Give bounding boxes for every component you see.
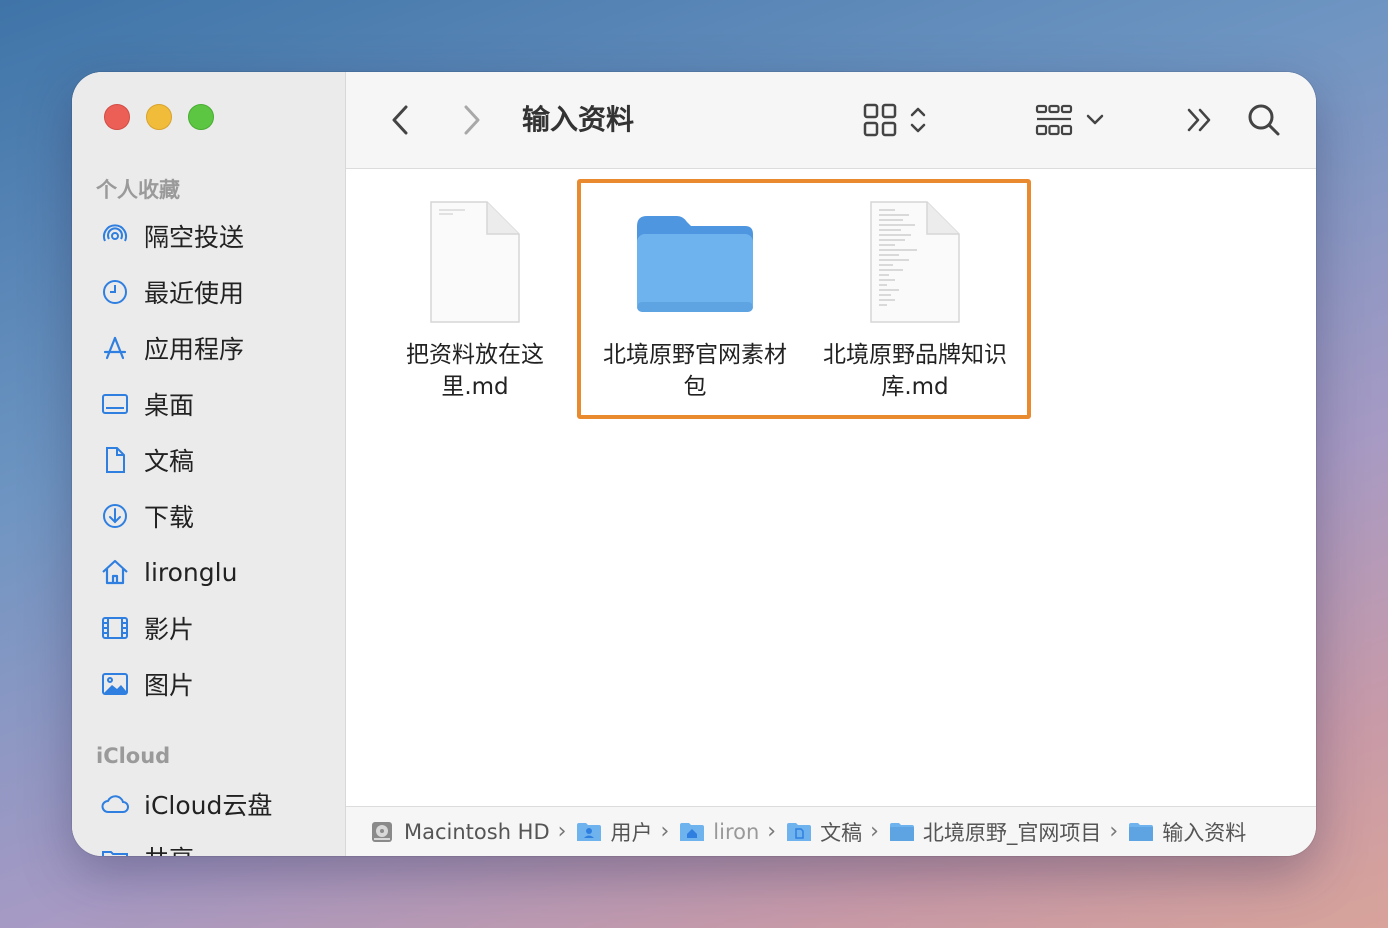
path-crumb-home[interactable]: liron [679, 820, 759, 844]
icloud-section-title: iCloud [96, 744, 171, 768]
text-file-icon [375, 193, 575, 333]
sidebar-item-label: 应用程序 [144, 335, 245, 364]
sidebar-item-downloads[interactable]: 下载 [98, 496, 194, 536]
crumb-label: 用户 [610, 820, 653, 845]
sidebar: 个人收藏 隔空投送 最近使用 应用程序 桌面 文稿 下载 lironglu 影片… [72, 72, 346, 856]
file-item[interactable]: 把资料放在这里.md [375, 193, 575, 403]
chevron-right-icon: › [660, 819, 670, 844]
sidebar-item-label: 共享 [144, 840, 194, 856]
chevron-right-icon [464, 105, 480, 135]
airdrop-icon [98, 219, 132, 253]
photo-icon [98, 667, 132, 701]
sidebar-item-shared[interactable]: 共享 [98, 838, 194, 856]
double-chevron-icon [1187, 108, 1211, 132]
file-name: 把资料放在这里.md [406, 342, 544, 400]
document-icon [98, 443, 132, 477]
sidebar-item-airdrop[interactable]: 隔空投送 [98, 216, 244, 256]
file-name: 北境原野品牌知识库.md [823, 342, 1007, 400]
folder-item[interactable]: 北境原野官网素材包 [595, 193, 795, 403]
more-toolbar-items-button[interactable] [1176, 100, 1224, 140]
chevron-right-icon: › [767, 819, 777, 844]
sidebar-item-icloud-drive[interactable]: iCloud云盘 [98, 784, 272, 824]
window-title: 输入资料 [522, 103, 635, 136]
sidebar-item-label: 下载 [144, 503, 195, 532]
sidebar-item-label: 最近使用 [144, 279, 245, 308]
sidebar-item-applications[interactable]: 应用程序 [98, 328, 244, 368]
clock-icon [98, 275, 132, 309]
cloud-icon [98, 787, 132, 821]
crumb-label: 文稿 [820, 820, 863, 845]
sidebar-item-pictures[interactable]: 图片 [98, 664, 194, 704]
chevron-left-icon [392, 105, 408, 135]
chevron-right-icon: › [557, 819, 567, 844]
film-icon [98, 611, 132, 645]
users-folder-icon [576, 821, 602, 843]
file-item[interactable]: 北境原野品牌知识库.md [815, 193, 1015, 403]
path-crumb-project[interactable]: 北境原野_官网项目 [889, 817, 1102, 847]
sidebar-item-label: 影片 [144, 615, 195, 644]
search-button[interactable] [1240, 96, 1288, 144]
sidebar-item-label: lironglu [144, 557, 238, 587]
group-by-icon [1035, 104, 1073, 136]
sidebar-item-desktop[interactable]: 桌面 [98, 384, 194, 424]
up-down-chevron-icon [910, 107, 926, 133]
minimize-button[interactable] [146, 104, 172, 130]
path-crumb-documents[interactable]: 文稿 [786, 817, 862, 847]
view-mode-button[interactable] [858, 96, 934, 144]
download-icon [98, 499, 132, 533]
sidebar-item-movies[interactable]: 影片 [98, 608, 194, 648]
sidebar-item-home[interactable]: lironglu [98, 552, 237, 592]
finder-window: 个人收藏 隔空投送 最近使用 应用程序 桌面 文稿 下载 lironglu 影片… [72, 72, 1316, 856]
sidebar-item-label: 隔空投送 [144, 223, 245, 252]
crumb-label: 北境原野_官网项目 [922, 820, 1102, 845]
grid-view-icon [863, 103, 897, 137]
path-crumb-users[interactable]: 用户 [576, 817, 652, 847]
disk-icon [370, 821, 396, 843]
search-icon [1248, 104, 1280, 136]
home-icon [98, 555, 132, 589]
folder-icon [889, 821, 915, 843]
crumb-label: 输入资料 [1162, 820, 1247, 845]
desktop-icon [98, 387, 132, 421]
back-button[interactable] [382, 100, 418, 140]
group-by-button[interactable] [1020, 96, 1120, 144]
folder-name: 北境原野官网素材包 [603, 342, 787, 400]
file-browser: 把资料放在这里.md 北境原野官网素材包 北境原野品牌知识库.md [346, 169, 1316, 805]
sidebar-item-label: 桌面 [144, 391, 195, 420]
folder-icon [1128, 821, 1154, 843]
applications-icon [98, 331, 132, 365]
toolbar: 输入资料 [346, 72, 1316, 169]
sidebar-item-label: 文稿 [144, 447, 195, 476]
crumb-label: liron [713, 819, 760, 844]
zoom-button[interactable] [188, 104, 214, 130]
path-crumb-current[interactable]: 输入资料 [1128, 817, 1246, 847]
chevron-right-icon: › [870, 819, 879, 844]
sidebar-item-label: 图片 [144, 671, 195, 700]
crumb-label: Macintosh HD [404, 819, 550, 844]
home-folder-icon [679, 821, 705, 843]
folder-icon [595, 193, 795, 333]
path-crumb-macintosh-hd[interactable]: Macintosh HD [370, 820, 550, 844]
close-button[interactable] [104, 104, 130, 130]
sidebar-item-documents[interactable]: 文稿 [98, 440, 194, 480]
sidebar-item-label: iCloud云盘 [144, 791, 273, 820]
sidebar-item-recents[interactable]: 最近使用 [98, 272, 244, 312]
shared-folder-icon [98, 841, 132, 856]
path-bar: Macintosh HD › 用户 › liron › 文稿 › 北境原野_官网… [346, 806, 1316, 856]
favorites-section-title: 个人收藏 [96, 178, 180, 202]
chevron-down-icon [1086, 114, 1104, 125]
text-file-icon [815, 193, 1015, 333]
window-controls [104, 104, 214, 130]
chevron-right-icon: › [1109, 819, 1119, 844]
forward-button[interactable] [454, 100, 490, 140]
documents-folder-icon [786, 821, 812, 843]
